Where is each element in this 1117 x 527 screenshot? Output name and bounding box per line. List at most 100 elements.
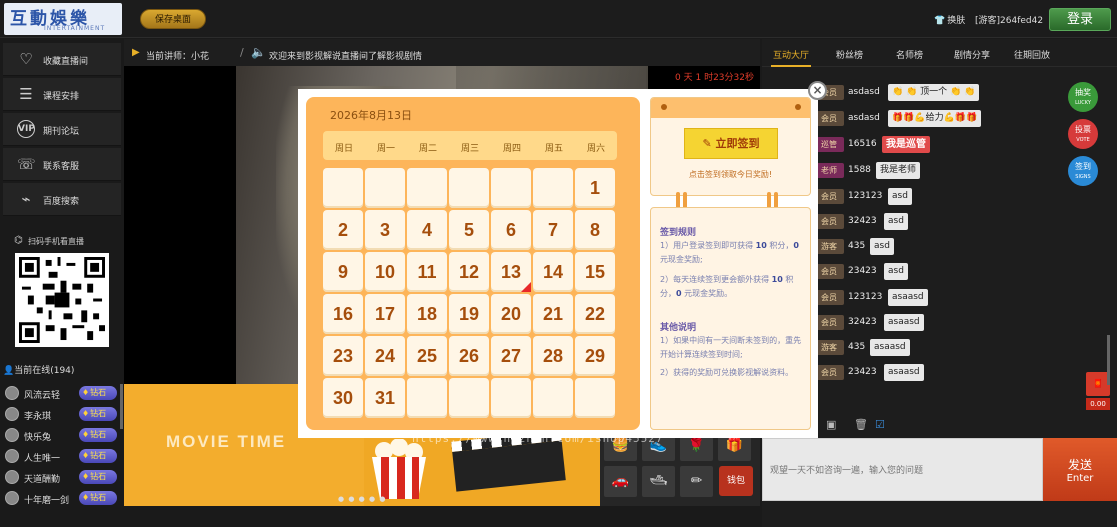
calendar-day[interactable]: 25 [407, 336, 447, 376]
gift-item[interactable]: 🚗 [604, 466, 637, 497]
send-button[interactable]: 发送 Enter [1043, 438, 1117, 501]
sidebar-item-forum[interactable]: VIP 期刊论坛 [3, 113, 121, 146]
chat-input[interactable]: 观望一天不如咨询一遍，输入您的问题 [762, 438, 1043, 501]
gift-item[interactable]: 🛥 [642, 466, 675, 497]
skin-button[interactable]: 👕 换肤 [934, 13, 965, 26]
header: 互動娛樂 INTERTAINMENT 保存桌面 👕 换肤 [游客]264fed42… [0, 0, 1117, 38]
calendar-day[interactable]: 27 [491, 336, 531, 376]
online-user[interactable]: 风流云轻 钻石 [3, 383, 121, 403]
calendar-day[interactable]: 2 [323, 210, 363, 250]
chat-text: 👏 👏 顶一个 👏 👏 [888, 84, 980, 101]
chat-username[interactable]: 435 [848, 342, 865, 352]
chat-username[interactable]: 435 [848, 241, 865, 251]
user-list-scrollbar[interactable] [120, 384, 123, 429]
vote-button[interactable]: 投票 VOTE [1068, 119, 1098, 149]
sidebar-item-favorites[interactable]: ♡ 收藏直播间 [3, 43, 121, 76]
role-badge: 会员 [814, 264, 844, 279]
clapperboard-icon [452, 440, 566, 492]
calendar-day[interactable]: 8 [575, 210, 615, 250]
sidebar-item-schedule[interactable]: ☰ 课程安排 [3, 78, 121, 111]
calendar-day[interactable]: 30 [323, 378, 363, 418]
chat-username[interactable]: 123123 [848, 191, 882, 201]
skin-label: 换肤 [947, 16, 966, 26]
calendar-day[interactable]: 19 [449, 294, 489, 334]
sign-in-button[interactable]: 签到 SIGNS [1068, 156, 1098, 186]
calendar-day[interactable]: 11 [407, 252, 447, 292]
calendar-day[interactable]: 17 [365, 294, 405, 334]
chat-username[interactable]: 23423 [848, 367, 877, 377]
sidebar-item-service[interactable]: ☏ 联系客服 [3, 148, 121, 181]
calendar-day[interactable]: 4 [407, 210, 447, 250]
tab-replay[interactable]: 往期回放 [1014, 48, 1050, 61]
sign-tip: 点击签到领取今日奖励! [688, 170, 773, 179]
scan-label: 扫码手机看直播 [28, 237, 84, 246]
image-icon[interactable]: ▣ [826, 418, 836, 431]
save-desktop-button[interactable]: 保存桌面 [140, 9, 206, 29]
tab-plot-share[interactable]: 剧情分享 [954, 48, 990, 61]
calendar-day[interactable]: 31 [365, 378, 405, 418]
calendar-day[interactable]: 23 [323, 336, 363, 376]
chat-username[interactable]: 32423 [848, 216, 877, 226]
avatar [5, 470, 19, 484]
calendar-day[interactable]: 24 [365, 336, 405, 376]
sidebar-item-label: 课程安排 [43, 92, 80, 102]
calendar-day[interactable]: 9 [323, 252, 363, 292]
calendar-day[interactable]: 16 [323, 294, 363, 334]
rule-cash: 0 [793, 241, 799, 250]
calendar-day[interactable]: 29 [575, 336, 615, 376]
calendar-day[interactable]: 15 [575, 252, 615, 292]
sign-now-button[interactable]: ✎ 立即签到 [684, 128, 778, 159]
calendar-day[interactable]: 18 [407, 294, 447, 334]
calendar-day[interactable]: 6 [491, 210, 531, 250]
chat-username[interactable]: 16516 [848, 139, 877, 149]
carousel-dots[interactable]: ● ● ● ● ● [338, 495, 386, 503]
online-user[interactable]: 十年磨一剑 钻石 [3, 488, 121, 508]
tab-fans[interactable]: 粉丝榜 [836, 48, 863, 61]
calendar-day[interactable]: 1 [575, 168, 615, 208]
calendar-day[interactable]: 21 [533, 294, 573, 334]
chat-username[interactable]: 123123 [848, 292, 882, 302]
calendar-day[interactable]: 26 [449, 336, 489, 376]
online-user[interactable]: 快乐兔 钻石 [3, 425, 121, 445]
calendar-day[interactable]: 12 [449, 252, 489, 292]
online-user[interactable]: 李永琪 钻石 [3, 404, 121, 424]
trash-icon[interactable]: 🗑 [854, 418, 868, 431]
calendar-day[interactable]: 10 [365, 252, 405, 292]
calendar-date: 2026年8月13日 [330, 109, 412, 122]
calendar-day[interactable]: 13 [491, 252, 531, 292]
rule-text: 1）用户登录签到即可获得 [660, 241, 756, 250]
close-modal-button[interactable]: × [808, 81, 827, 100]
chat-username[interactable]: asdasd [848, 87, 880, 97]
checkbox-icon[interactable]: ☑ [875, 418, 885, 431]
guest-name: [游客]264fed42 [975, 16, 1044, 26]
online-user[interactable]: 天道酬勤 钻石 [3, 467, 121, 487]
sidebar-item-search[interactable]: ⌁ 百度搜索 [3, 183, 121, 216]
calendar-day[interactable]: 7 [533, 210, 573, 250]
calendar-empty-cell [449, 168, 489, 208]
chat-username[interactable]: 32423 [848, 317, 877, 327]
logo[interactable]: 互動娛樂 INTERTAINMENT [4, 3, 122, 35]
wallet-button[interactable]: 钱包 [719, 466, 753, 496]
calendar-day[interactable]: 22 [575, 294, 615, 334]
rule-item: 2）每天连续签到更会额外获得 10 积分，0 元现金奖励。 [660, 273, 806, 301]
calendar-day[interactable]: 3 [365, 210, 405, 250]
gift-item[interactable]: ✏ [680, 466, 713, 497]
calendar-day[interactable]: 14 [533, 252, 573, 292]
chat-username[interactable]: 1588 [848, 165, 871, 175]
chat-scrollbar[interactable] [1107, 335, 1110, 385]
other-title: 其他说明 [660, 323, 697, 333]
shirt-icon: 👕 [934, 16, 946, 26]
tab-lobby[interactable]: 互动大厅 [773, 48, 809, 61]
chat-username[interactable]: asdasd [848, 113, 880, 123]
calendar-empty-cell [491, 168, 531, 208]
tab-teachers[interactable]: 名师榜 [896, 48, 923, 61]
login-button[interactable]: 登录 [1049, 8, 1111, 31]
calendar-day[interactable]: 20 [491, 294, 531, 334]
chat-tabs: 互动大厅 粉丝榜 名师榜 剧情分享 往期回放 [762, 39, 1117, 67]
online-user[interactable]: 人生唯一 钻石 [3, 446, 121, 466]
lucky-draw-button[interactable]: 抽奖 LUCKY [1068, 82, 1098, 112]
chat-username[interactable]: 23423 [848, 266, 877, 276]
weekday-label: 周五 [544, 144, 563, 154]
calendar-day[interactable]: 5 [449, 210, 489, 250]
calendar-day[interactable]: 28 [533, 336, 573, 376]
